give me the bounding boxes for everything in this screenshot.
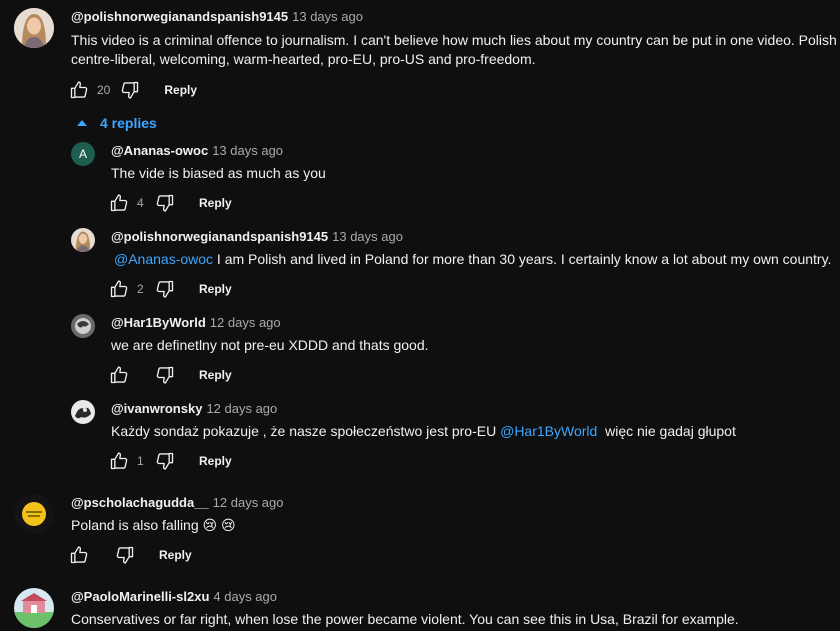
like-count: 2 — [137, 282, 144, 296]
author-name[interactable]: @PaoloMarinelli-sl2xu — [71, 589, 209, 604]
thumb-down-icon — [120, 80, 140, 100]
comment-actions: 2 Reply — [107, 275, 232, 303]
thumb-down-icon — [155, 193, 175, 213]
reply-button[interactable]: Reply — [199, 282, 232, 296]
author-name[interactable]: @polishnorwegianandspanish9145 — [71, 9, 288, 24]
comment-text: Conservatives or far right, when lose th… — [71, 611, 739, 627]
thumb-up-icon — [109, 279, 129, 299]
like-button[interactable] — [67, 78, 91, 102]
avatar[interactable] — [71, 228, 95, 252]
avatar-letter: A — [78, 147, 87, 161]
dislike-button[interactable] — [153, 277, 177, 301]
mention-link[interactable]: @Har1ByWorld — [500, 423, 597, 439]
thumb-up-icon — [109, 365, 129, 385]
comment-actions: Reply — [107, 361, 232, 389]
dislike-button[interactable] — [153, 449, 177, 473]
avatar[interactable] — [14, 588, 54, 628]
like-count: 1 — [137, 454, 144, 468]
comment-actions: 20 Reply — [67, 76, 197, 104]
mention-link[interactable]: @Ananas-owoc — [114, 251, 213, 267]
comment-text-body: I am Polish and lived in Poland for more… — [213, 251, 832, 267]
avatar[interactable]: A — [71, 142, 95, 166]
timestamp[interactable]: 12 days ago — [210, 315, 281, 330]
timestamp[interactable]: 12 days ago — [213, 495, 284, 510]
comment-text: The vide is biased as much as you — [111, 165, 326, 181]
comment-text-line-2: centre-liberal, welcoming, warm-hearted,… — [71, 51, 536, 67]
comment-header: @pscholachagudda__ 12 days ago — [71, 494, 284, 512]
like-button[interactable] — [107, 191, 131, 215]
thumb-up-icon — [109, 193, 129, 213]
comment-text: we are definetlny not pre-eu XDDD and th… — [111, 337, 429, 353]
thumb-down-icon — [115, 545, 135, 565]
dislike-button[interactable] — [113, 543, 137, 567]
comment-header: @Har1ByWorld 12 days ago — [111, 314, 281, 332]
timestamp[interactable]: 13 days ago — [292, 9, 363, 24]
comment-header: @polishnorwegianandspanish9145 13 days ag… — [111, 228, 403, 246]
avatar[interactable] — [71, 400, 95, 424]
thumb-down-icon — [155, 279, 175, 299]
comment-text-after: więc nie gadaj głupot — [597, 423, 736, 439]
like-button[interactable] — [107, 449, 131, 473]
avatar-image — [71, 400, 95, 424]
dislike-button[interactable] — [118, 78, 142, 102]
avatar[interactable] — [71, 314, 95, 338]
replies-toggle-button[interactable]: 4 replies — [76, 113, 157, 133]
comment-text: @Ananas-owoc I am Polish and lived in Po… — [114, 248, 831, 270]
comment-text-before: Każdy sondaż pokazuje , że nasze społecz… — [111, 423, 501, 439]
avatar-image — [71, 228, 95, 252]
avatar-image — [14, 494, 54, 534]
thumb-down-icon — [155, 365, 175, 385]
dislike-button[interactable] — [153, 191, 177, 215]
thumb-up-icon — [69, 80, 89, 100]
comment-header: @Ananas-owoc 13 days ago — [111, 142, 283, 160]
author-name[interactable]: @ivanwronsky — [111, 401, 202, 416]
like-button[interactable] — [107, 363, 131, 387]
avatar[interactable] — [14, 8, 54, 48]
comment-text: Każdy sondaż pokazuje , że nasze społecz… — [111, 420, 736, 442]
dislike-button[interactable] — [153, 363, 177, 387]
thumb-up-icon — [109, 451, 129, 471]
reply-button[interactable]: Reply — [159, 548, 192, 562]
comment-actions: 1 Reply — [107, 447, 232, 475]
reply-button[interactable]: Reply — [164, 83, 197, 97]
comment-text: Poland is also falling 😢 😢 — [71, 517, 236, 533]
comment-header: @polishnorwegianandspanish9145 13 days ag… — [71, 8, 363, 26]
avatar[interactable] — [14, 494, 54, 534]
timestamp[interactable]: 13 days ago — [332, 229, 403, 244]
like-button[interactable] — [107, 277, 131, 301]
comment-actions: Reply — [67, 541, 192, 569]
reply-button[interactable]: Reply — [199, 368, 232, 382]
replies-count-label: 4 replies — [100, 115, 157, 131]
comment-header: @PaoloMarinelli-sl2xu 4 days ago — [71, 588, 277, 606]
avatar-image — [14, 8, 54, 48]
reply-button[interactable]: Reply — [199, 454, 232, 468]
author-name[interactable]: @Har1ByWorld — [111, 315, 206, 330]
reply-button[interactable]: Reply — [199, 196, 232, 210]
like-count: 4 — [137, 196, 144, 210]
author-name[interactable]: @Ananas-owoc — [111, 143, 208, 158]
like-count: 20 — [97, 83, 111, 97]
timestamp[interactable]: 4 days ago — [213, 589, 277, 604]
author-name[interactable]: @pscholachagudda__ — [71, 495, 209, 510]
timestamp[interactable]: 13 days ago — [212, 143, 283, 158]
thumb-down-icon — [155, 451, 175, 471]
avatar-image — [71, 314, 95, 338]
timestamp[interactable]: 12 days ago — [206, 401, 277, 416]
like-button[interactable] — [67, 543, 91, 567]
comment-actions: 4 Reply — [107, 189, 232, 217]
thumb-up-icon — [69, 545, 89, 565]
caret-up-icon — [76, 120, 88, 126]
avatar-image — [14, 588, 54, 628]
author-name[interactable]: @polishnorwegianandspanish9145 — [111, 229, 328, 244]
comment-header: @ivanwronsky 12 days ago — [111, 400, 277, 418]
